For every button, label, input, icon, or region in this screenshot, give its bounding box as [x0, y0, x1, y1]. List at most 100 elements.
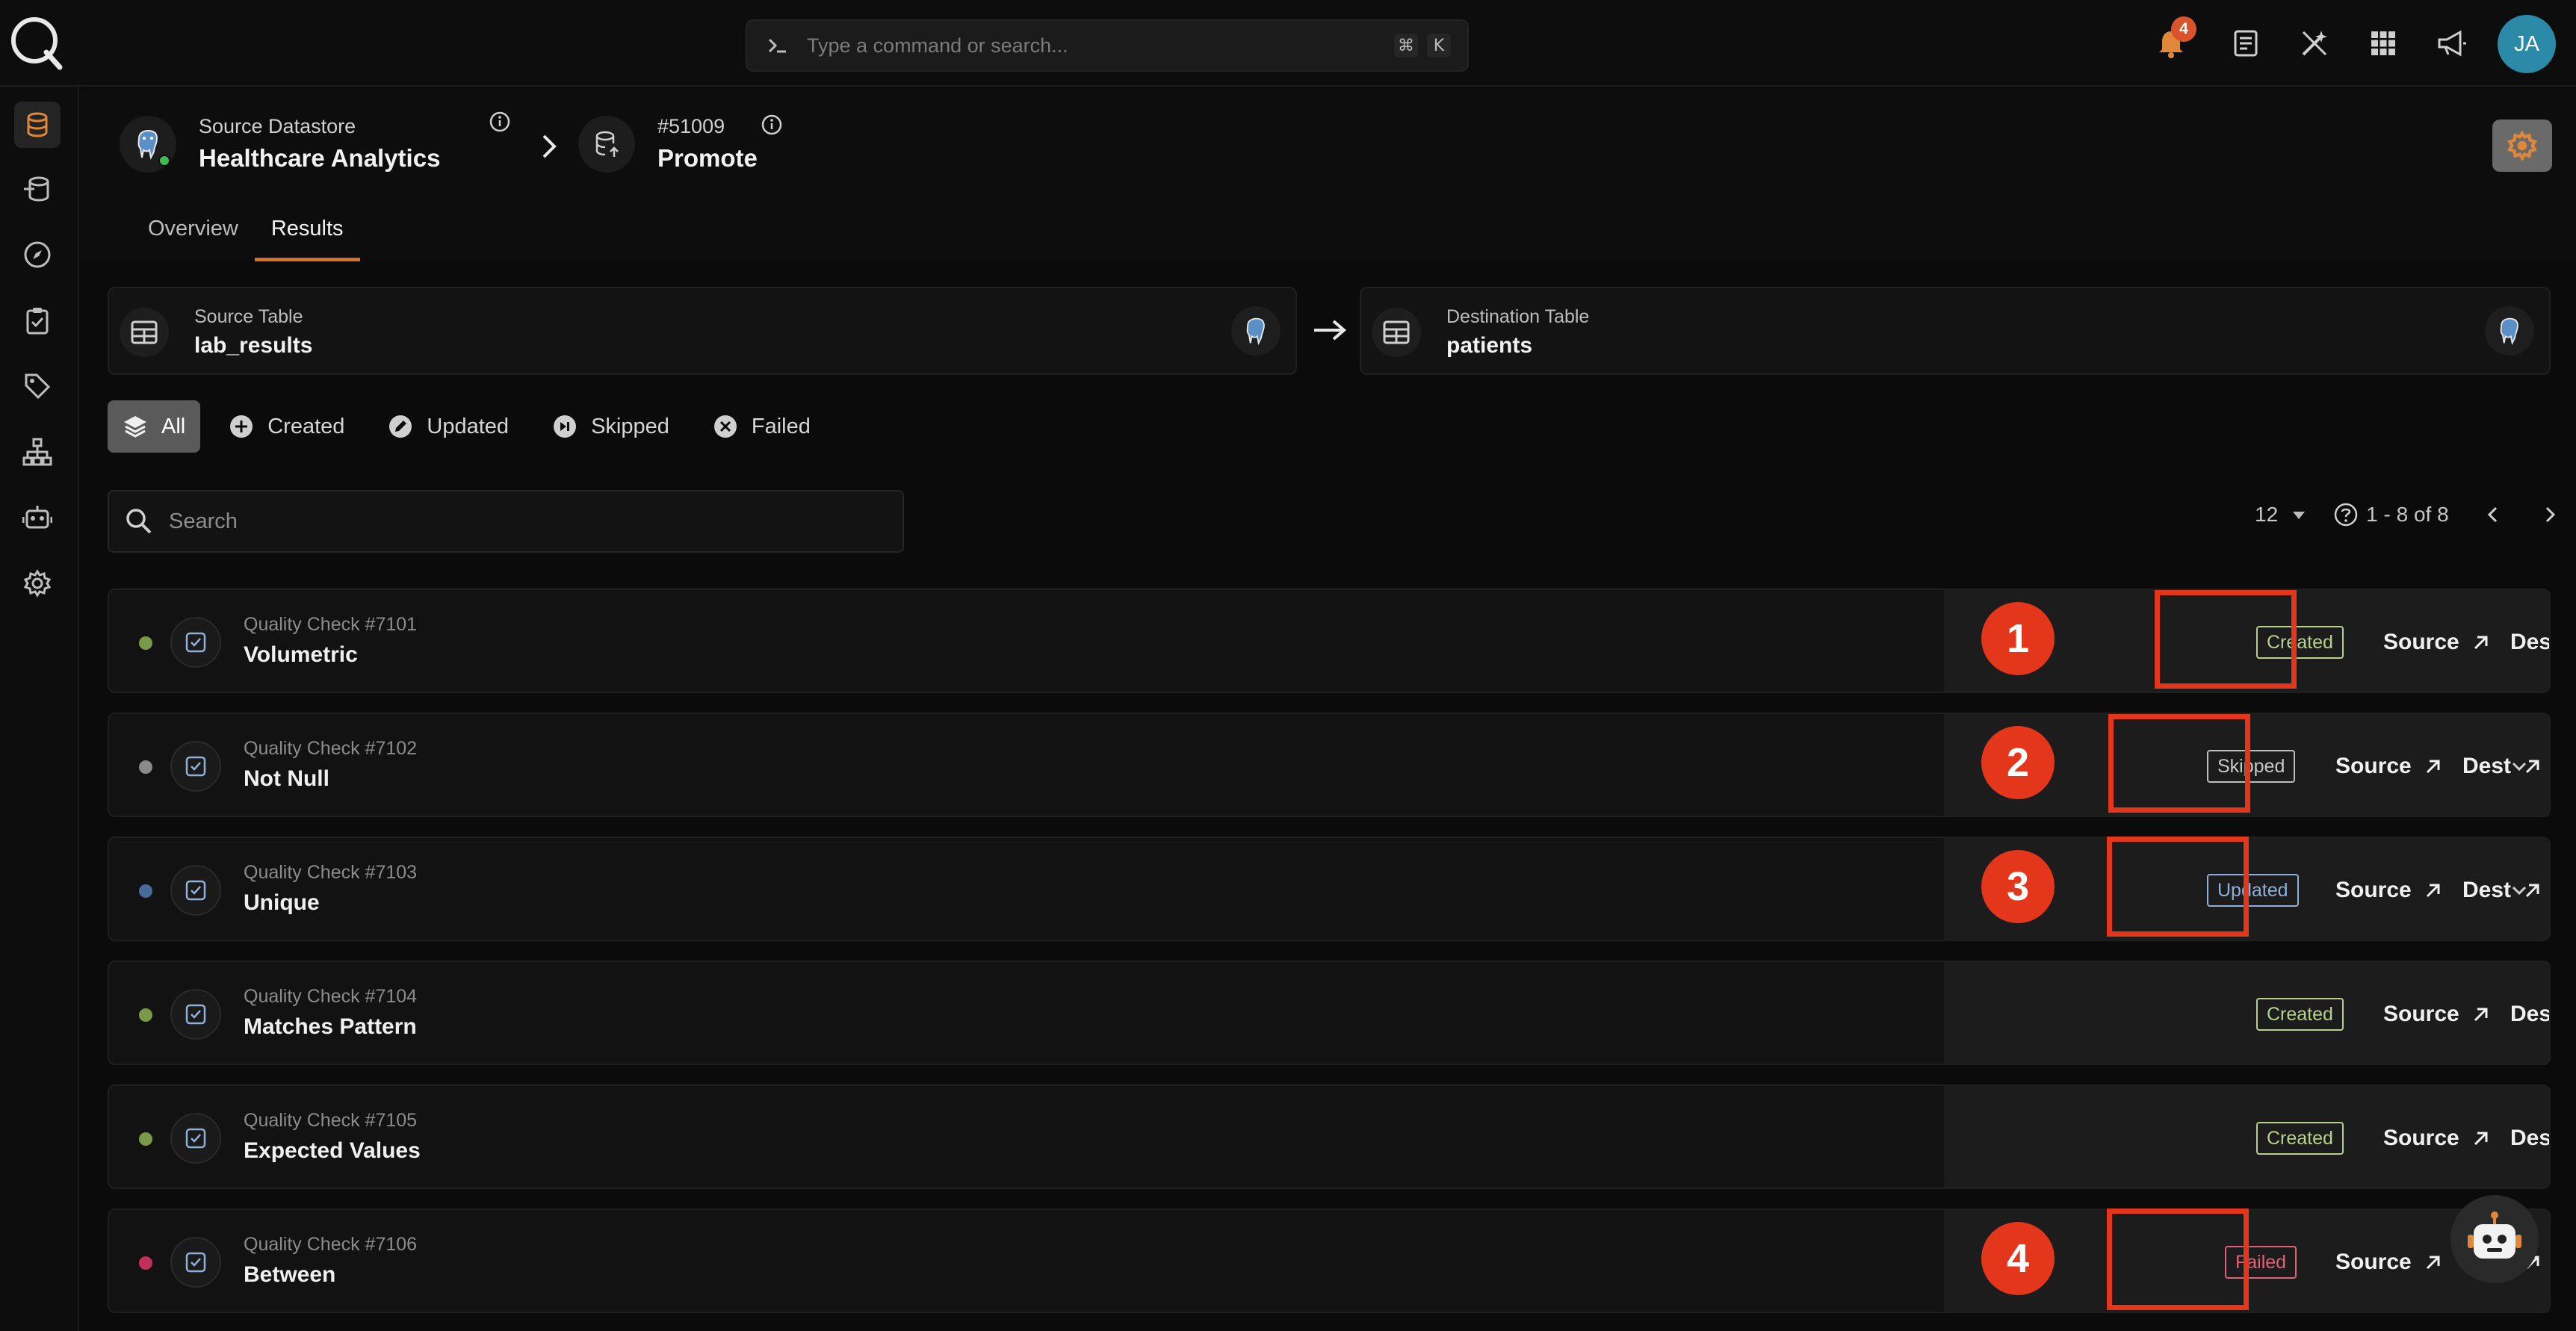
arrow-right-icon [1314, 320, 1347, 341]
filter-created[interactable]: Created [214, 400, 359, 453]
apps-button[interactable] [2362, 22, 2404, 64]
command-search-bar[interactable]: Type a command or search... ⌘ K [746, 19, 1469, 72]
check-name: Expected Values [244, 1138, 421, 1163]
robot-icon [22, 506, 52, 529]
operation-info-icon[interactable] [761, 114, 783, 136]
notifications-button[interactable]: 4 [2150, 16, 2196, 64]
source-table-label: Source Table [194, 306, 303, 327]
source-link[interactable]: Source [2335, 1246, 2443, 1279]
external-arrow-icon [2474, 1132, 2488, 1146]
breadcrumb-operation[interactable]: #51009 Promote [578, 115, 758, 173]
nav-checks[interactable] [14, 297, 61, 344]
check-id: Quality Check #7106 [244, 1234, 418, 1255]
docs-button[interactable] [2225, 22, 2267, 64]
source-link-label: Source [2383, 1126, 2459, 1150]
check-id: Quality Check #7104 [244, 986, 418, 1007]
checkbox-check-icon [185, 880, 206, 901]
filter-all-label: All [161, 414, 186, 438]
check-id: Quality Check #7102 [244, 738, 418, 759]
check-name: Matches Pattern [244, 1014, 417, 1039]
row-status-dot [139, 1008, 152, 1022]
user-avatar[interactable]: JA [2498, 15, 2556, 73]
source-table-card[interactable]: Source Table lab_results [108, 287, 1297, 375]
chevron-down-icon[interactable] [2506, 753, 2533, 780]
external-arrow-icon [2426, 760, 2440, 774]
result-filter-chips: All Created Updated Skipped Failed [108, 400, 839, 453]
source-link[interactable]: Source [2335, 750, 2443, 783]
nav-explore[interactable] [14, 232, 61, 278]
page-size-select[interactable]: 12 [2255, 503, 2278, 527]
chevron-left-icon[interactable] [2480, 502, 2506, 527]
table-row[interactable]: Quality Check #7104 Matches Pattern Crea… [108, 961, 2551, 1065]
dest-link-label: Dest [2510, 630, 2551, 654]
filter-all[interactable]: All [108, 400, 201, 453]
source-link[interactable]: Source [2383, 998, 2491, 1031]
tab-results[interactable]: Results [254, 214, 360, 261]
operation-settings-button[interactable] [2492, 120, 2552, 172]
app-logo-icon[interactable] [7, 13, 64, 70]
dest-link[interactable]: Dest [2510, 626, 2551, 659]
x-circle-icon [713, 415, 737, 438]
theme-toggle-button[interactable] [2294, 22, 2335, 64]
check-name: Volumetric [244, 642, 358, 667]
layers-icon [124, 416, 146, 438]
check-avatar [170, 1237, 221, 1288]
chevron-right-icon[interactable] [2537, 502, 2563, 527]
checkbox-check-icon [185, 756, 206, 777]
top-bar: Type a command or search... ⌘ K 4 JA [0, 0, 2576, 87]
filter-updated-label: Updated [427, 414, 510, 438]
caret-down-icon[interactable] [2288, 504, 2309, 525]
destination-table-label: Destination Table [1446, 306, 1590, 327]
database-upload-icon [595, 131, 619, 157]
table-row[interactable]: Quality Check #7105 Expected Values Crea… [108, 1085, 2551, 1189]
external-arrow-icon [2426, 1256, 2440, 1270]
checkbox-check-icon [185, 1004, 206, 1025]
tab-overview[interactable]: Overview [131, 214, 255, 261]
source-link[interactable]: Source [2383, 1122, 2491, 1155]
nav-flows[interactable] [14, 166, 61, 212]
row-status-dot [139, 884, 152, 898]
destination-table-avatar [1372, 308, 1421, 357]
filter-failed[interactable]: Failed [698, 400, 826, 453]
filter-skipped[interactable]: Skipped [537, 400, 684, 453]
assistant-bot-button[interactable] [2450, 1195, 2539, 1283]
check-avatar [170, 865, 221, 916]
source-link[interactable]: Source [2383, 626, 2491, 659]
kbd-k-key: K [1427, 34, 1451, 58]
dest-link[interactable]: Dest [2510, 998, 2549, 1031]
compass-icon [24, 241, 51, 268]
breadcrumb-datastore[interactable]: Source Datastore Healthcare Analytics [120, 115, 440, 173]
chevron-down-icon[interactable] [2506, 877, 2533, 904]
grid-icon [2371, 31, 2395, 55]
nav-agents[interactable] [14, 494, 61, 541]
gear-icon [23, 569, 52, 598]
filter-skipped-label: Skipped [591, 414, 669, 438]
checkbox-check-icon [185, 632, 206, 653]
megaphone-icon [2438, 30, 2466, 57]
check-id: Quality Check #7105 [244, 1110, 418, 1131]
nav-hierarchy[interactable] [14, 429, 61, 475]
filter-created-label: Created [267, 414, 345, 438]
filter-updated[interactable]: Updated [373, 400, 524, 453]
document-icon [2234, 30, 2258, 57]
announcements-button[interactable] [2431, 22, 2473, 64]
postgres-elephant-icon [137, 129, 158, 160]
destination-table-card[interactable]: Destination Table patients [1360, 287, 2551, 375]
checkbox-check-icon [185, 1128, 206, 1149]
status-badge: Created [2256, 1122, 2344, 1155]
search-input[interactable] [169, 509, 888, 534]
annotation-highlight-box [2108, 714, 2250, 813]
nav-tags[interactable] [14, 363, 61, 409]
check-id: Quality Check #7101 [244, 614, 418, 635]
operation-id: #51009 [657, 115, 725, 137]
nav-datastores[interactable] [14, 102, 61, 148]
source-table-name: lab_results [194, 333, 313, 358]
left-nav-rail [0, 87, 79, 1331]
info-icon[interactable] [489, 111, 511, 133]
connection-status-dot [158, 154, 170, 167]
source-link[interactable]: Source [2335, 874, 2443, 907]
nav-settings[interactable] [14, 560, 61, 606]
dest-link[interactable]: Dest [2510, 1122, 2549, 1155]
notifications-count-badge: 4 [2171, 16, 2196, 42]
help-circle-icon[interactable] [2333, 502, 2359, 527]
